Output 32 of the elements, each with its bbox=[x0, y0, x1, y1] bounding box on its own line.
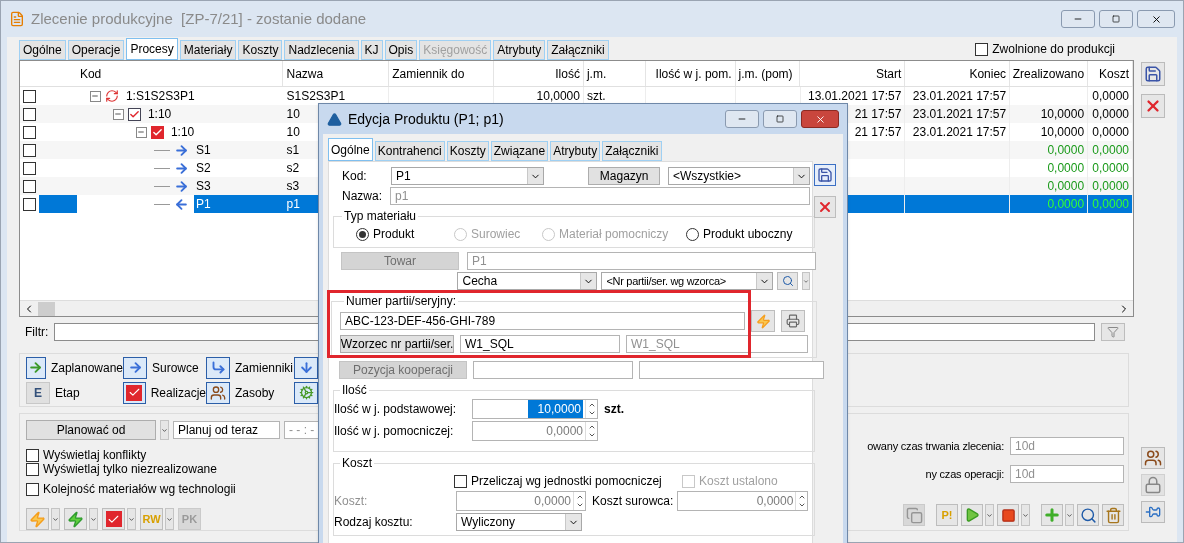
checkbox-label: Kolejność materiałów wg technologii bbox=[43, 481, 236, 498]
radio-label: Surowiec bbox=[471, 226, 521, 243]
legend-label: Surowce bbox=[152, 359, 199, 377]
duration-label: ny czas operacji: bbox=[925, 466, 1004, 482]
legend-label: Zasoby bbox=[235, 384, 275, 402]
field-label: Ilość w j. podstawowej: bbox=[334, 401, 458, 418]
group-title: Koszt bbox=[341, 455, 373, 472]
radio-label: Produkt uboczny bbox=[703, 226, 793, 243]
glyph-icon: P! bbox=[941, 506, 953, 524]
group-title: Ilość bbox=[341, 382, 368, 399]
filter-label: Filtr: bbox=[25, 324, 49, 341]
table-cell: 0,0000 bbox=[1088, 195, 1133, 213]
checkbox-label: Zwolnione do produkcji bbox=[992, 41, 1115, 58]
duration-label: owany czas trwania zlecenia: bbox=[867, 438, 1004, 454]
field-label: Koszt surowca: bbox=[592, 493, 674, 510]
group-title: Numer partii/seryjny: bbox=[345, 293, 458, 310]
window-title: Zlecenie produkcyjne [ZP-7/21] - zostanie dodane bbox=[31, 8, 367, 29]
checkbox-label: Wyświetlaj konflikty bbox=[43, 447, 147, 464]
checkbox-label: Koszt ustalono bbox=[699, 473, 778, 490]
legend-label: Zaplanowane bbox=[50, 359, 123, 377]
table-cell: 0,0000 bbox=[1010, 195, 1089, 213]
legend-label: Etap bbox=[55, 384, 80, 402]
legend-label: Zamienniki bbox=[235, 359, 294, 377]
field-label: Rodzaj kosztu: bbox=[334, 514, 414, 531]
legend-label: Realizacje bbox=[150, 384, 206, 402]
checkbox-label: Przeliczaj wg jednostki pomocniczej bbox=[471, 473, 662, 490]
radio-label: Produkt bbox=[373, 226, 415, 243]
letter-icon: E bbox=[34, 383, 42, 402]
radio-label: Materiał pomocniczy bbox=[559, 226, 669, 243]
checkbox-label: Wyświetlaj tylko niezrealizowane bbox=[43, 462, 217, 478]
field-label: Koszt: bbox=[334, 493, 369, 510]
unit-label: szt. bbox=[604, 401, 624, 418]
